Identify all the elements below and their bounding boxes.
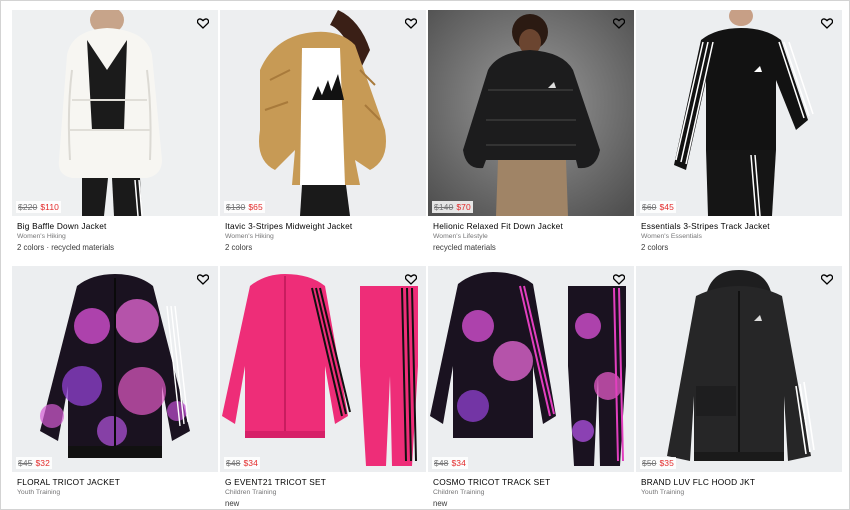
product-info: Essentials 3-Stripes Track Jacket Women'…	[641, 221, 839, 253]
product-info: Itavic 3-Stripes Midweight Jacket Women'…	[225, 221, 423, 253]
product-name[interactable]: Itavic 3-Stripes Midweight Jacket	[225, 221, 423, 231]
floral-tricot-jacket-photo[interactable]: $45 $32	[12, 266, 218, 472]
original-price: $48	[434, 458, 449, 468]
product-name[interactable]: COSMO TRICOT TRACK SET	[433, 477, 631, 487]
price-tag: $48 $34	[224, 457, 260, 469]
product-category: Youth Training	[641, 489, 685, 496]
sale-price: $34	[451, 458, 466, 468]
product-badges: new	[433, 499, 448, 508]
product-info: Big Baffle Down Jacket Women's Hiking 2 …	[17, 221, 215, 253]
product-name[interactable]: Essentials 3-Stripes Track Jacket	[641, 221, 839, 231]
price-tag: $60 $45	[640, 201, 676, 213]
product-name[interactable]: BRAND LUV FLC HOOD JKT	[641, 477, 839, 487]
product-info: Helionic Relaxed Fit Down Jacket Women's…	[433, 221, 631, 253]
price-tag: $140 $70	[432, 201, 473, 213]
product-card[interactable]: $48 $34 COSMO TRICOT TRACK SET Children T…	[428, 266, 634, 510]
original-price: $130	[226, 202, 246, 212]
product-info: FLORAL TRICOT JACKET Youth Training	[17, 477, 215, 498]
wishlist-heart-icon[interactable]	[197, 18, 209, 29]
product-category: Women's Hiking	[17, 233, 66, 240]
product-card[interactable]: $220 $110 Big Baffle Down Jacket Women's …	[12, 10, 218, 260]
price-tag: $220 $110	[16, 201, 61, 213]
original-price: $48	[226, 458, 241, 468]
product-category: Women's Hiking	[225, 233, 274, 240]
price-tag: $50 $35	[640, 457, 676, 469]
product-category: Women's Lifestyle	[433, 233, 488, 240]
product-info: G EVENT21 TRICOT SET Children Training n…	[225, 477, 423, 509]
product-name[interactable]: Big Baffle Down Jacket	[17, 221, 215, 231]
product-badges: 2 colors · recycled materials	[17, 243, 115, 252]
sale-price: $110	[40, 202, 59, 212]
product-info: BRAND LUV FLC HOOD JKT Youth Training	[641, 477, 839, 498]
original-price: $140	[434, 202, 454, 212]
original-price: $60	[642, 202, 657, 212]
black-down-jacket-photo[interactable]: $140 $70	[428, 10, 634, 216]
price-tag: $45 $32	[16, 457, 52, 469]
product-card[interactable]: $50 $35 BRAND LUV FLC HOOD JKT Youth Trai…	[636, 266, 842, 510]
product-category: Children Training	[433, 489, 485, 496]
product-card[interactable]: $140 $70 Helionic Relaxed Fit Down Jacket…	[428, 10, 634, 260]
gold-puffer-jacket-photo[interactable]: $130 $65	[220, 10, 426, 216]
product-grid: $220 $110 Big Baffle Down Jacket Women's …	[12, 10, 842, 510]
sale-price: $35	[659, 458, 674, 468]
product-category: Youth Training	[17, 489, 61, 496]
product-badges: recycled materials	[433, 243, 496, 252]
sale-price: $70	[456, 202, 471, 212]
wishlist-heart-icon[interactable]	[197, 274, 209, 285]
product-name[interactable]: G EVENT21 TRICOT SET	[225, 477, 423, 487]
black-fleece-hood-jacket-photo[interactable]: $50 $35	[636, 266, 842, 472]
wishlist-heart-icon[interactable]	[405, 274, 417, 285]
product-card[interactable]: $130 $65 Itavic 3-Stripes Midweight Jacke…	[220, 10, 426, 260]
product-category: Women's Essentials	[641, 233, 702, 240]
product-badges: 2 colors	[225, 243, 253, 252]
sale-price: $65	[248, 202, 263, 212]
black-track-jacket-photo[interactable]: $60 $45	[636, 10, 842, 216]
wishlist-heart-icon[interactable]	[821, 18, 833, 29]
price-tag: $48 $34	[432, 457, 468, 469]
product-badges: 2 colors	[641, 243, 669, 252]
wishlist-heart-icon[interactable]	[613, 274, 625, 285]
product-card[interactable]: $45 $32 FLORAL TRICOT JACKET Youth Traini…	[12, 266, 218, 510]
sale-price: $45	[659, 202, 674, 212]
floral-track-set-photo[interactable]: $48 $34	[428, 266, 634, 472]
product-badges: new	[225, 499, 240, 508]
product-category: Children Training	[225, 489, 277, 496]
sale-price: $32	[35, 458, 50, 468]
original-price: $45	[18, 458, 33, 468]
product-name[interactable]: Helionic Relaxed Fit Down Jacket	[433, 221, 631, 231]
wishlist-heart-icon[interactable]	[405, 18, 417, 29]
original-price: $220	[18, 202, 38, 212]
product-card[interactable]: $48 $34 G EVENT21 TRICOT SET Children Tra…	[220, 266, 426, 510]
white-puffer-jacket-photo[interactable]: $220 $110	[12, 10, 218, 216]
product-name[interactable]: FLORAL TRICOT JACKET	[17, 477, 215, 487]
pink-tricot-set-photo[interactable]: $48 $34	[220, 266, 426, 472]
product-card[interactable]: $60 $45 Essentials 3-Stripes Track Jacket…	[636, 10, 842, 260]
wishlist-heart-icon[interactable]	[613, 18, 625, 29]
wishlist-heart-icon[interactable]	[821, 274, 833, 285]
price-tag: $130 $65	[224, 201, 265, 213]
original-price: $50	[642, 458, 657, 468]
sale-price: $34	[243, 458, 258, 468]
product-info: COSMO TRICOT TRACK SET Children Training…	[433, 477, 631, 509]
